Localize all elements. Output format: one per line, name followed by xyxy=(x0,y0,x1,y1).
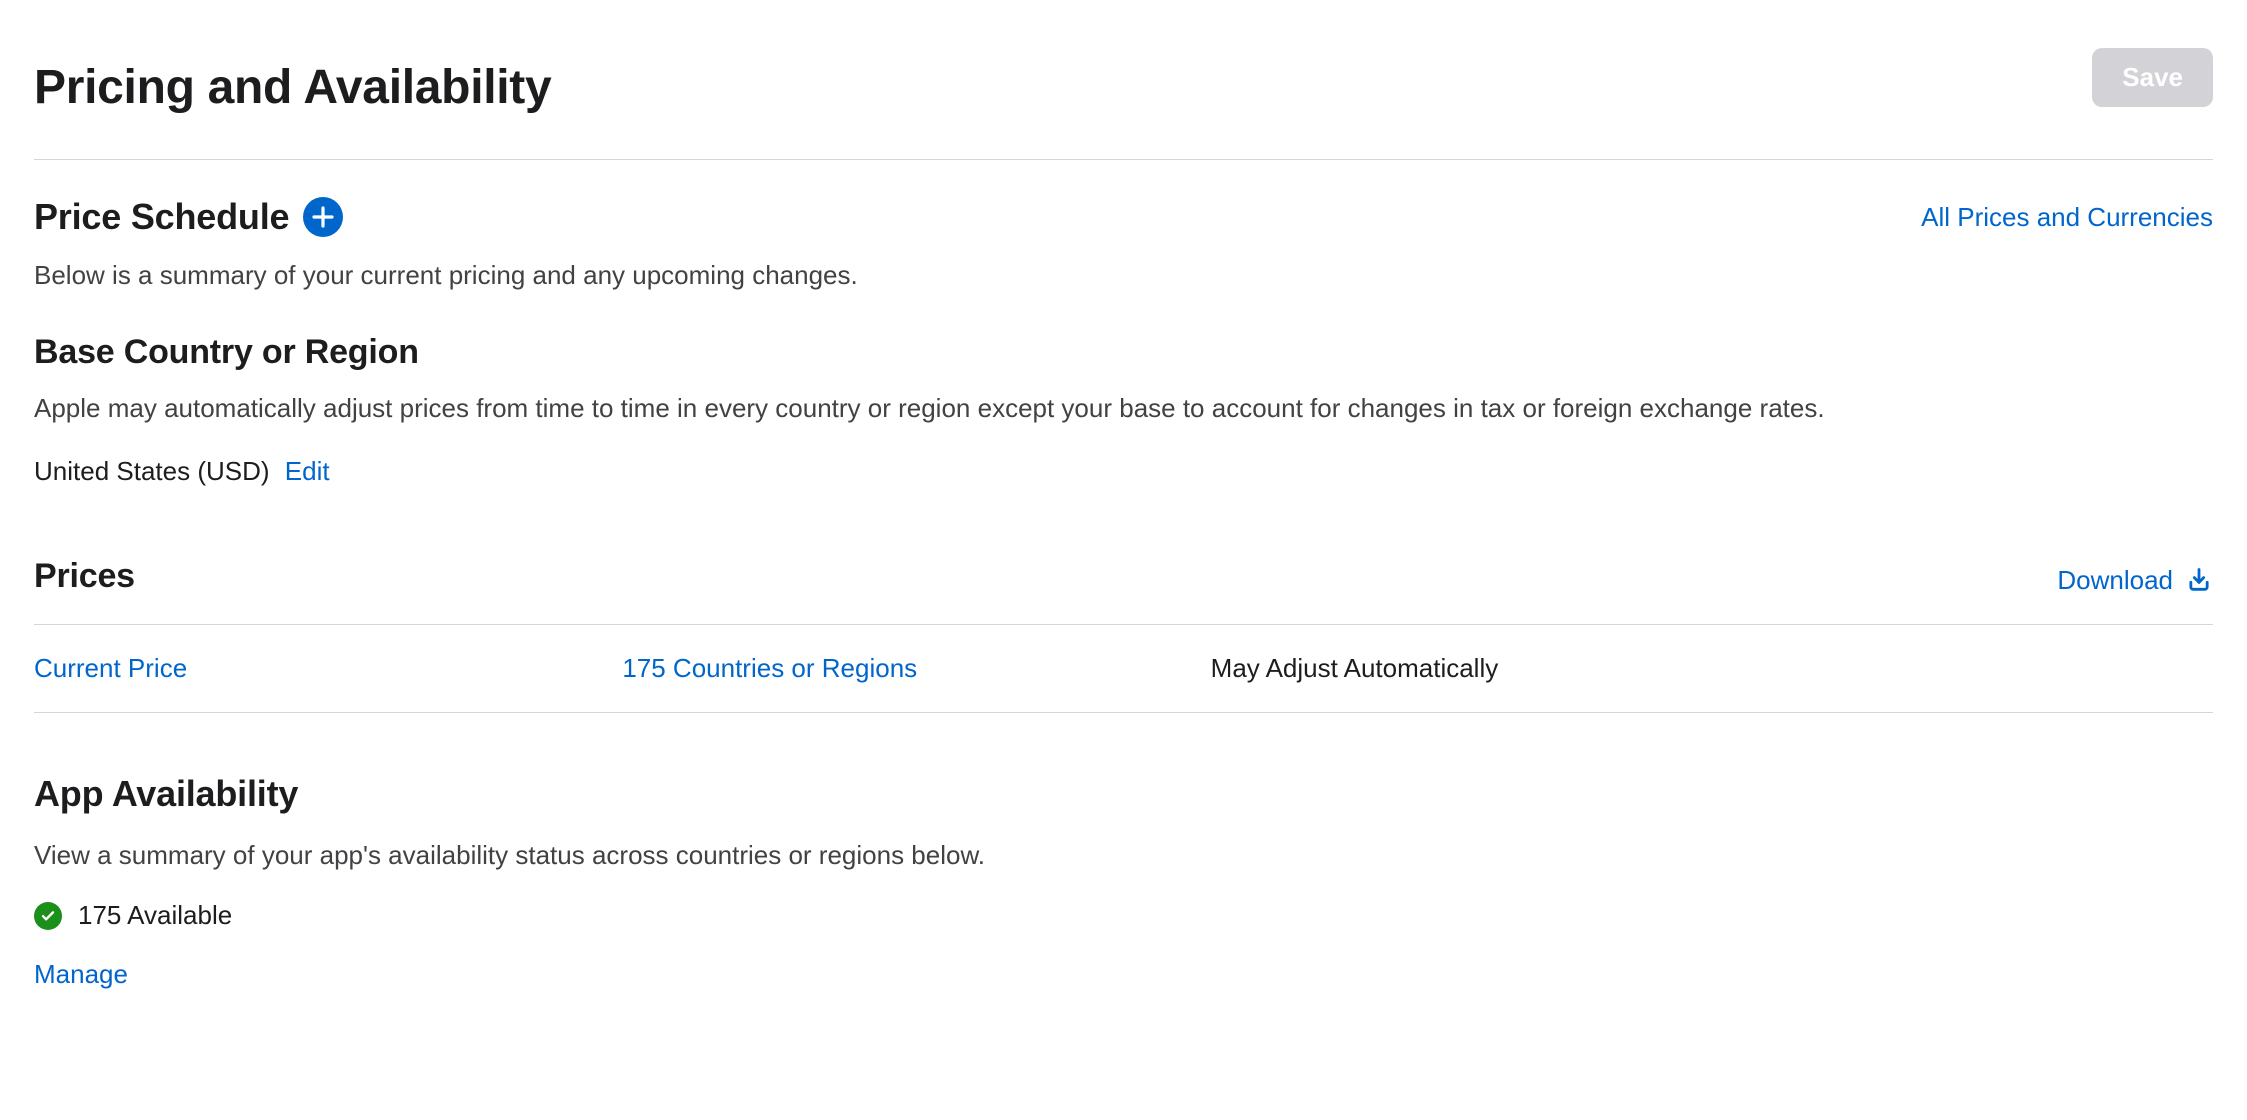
download-icon xyxy=(2185,566,2213,594)
app-availability-description: View a summary of your app's availabilit… xyxy=(34,837,2213,875)
countries-scope-link[interactable]: 175 Countries or Regions xyxy=(622,625,1210,712)
checkmark-icon xyxy=(34,902,62,930)
table-row: Current Price 175 Countries or Regions M… xyxy=(34,625,2213,712)
price-schedule-description: Below is a summary of your current prici… xyxy=(34,258,2213,293)
base-region-value: United States (USD) xyxy=(34,456,270,486)
prices-table: Current Price 175 Countries or Regions M… xyxy=(34,624,2213,713)
availability-count: 175 Available xyxy=(78,900,232,931)
save-button[interactable]: Save xyxy=(2092,48,2213,107)
download-prices-link[interactable]: Download xyxy=(2057,565,2213,596)
download-label: Download xyxy=(2057,565,2173,596)
adjustment-note: May Adjust Automatically xyxy=(1211,625,2213,712)
edit-base-region-link[interactable]: Edit xyxy=(285,456,330,486)
all-prices-link[interactable]: All Prices and Currencies xyxy=(1921,202,2213,233)
base-region-description: Apple may automatically adjust prices fr… xyxy=(34,390,2213,428)
price-schedule-title: Price Schedule xyxy=(34,196,289,238)
plus-icon xyxy=(312,206,334,228)
manage-availability-link[interactable]: Manage xyxy=(34,959,128,990)
divider xyxy=(34,159,2213,160)
add-price-schedule-button[interactable] xyxy=(303,197,343,237)
page-title: Pricing and Availability xyxy=(34,60,551,115)
current-price-link[interactable]: Current Price xyxy=(34,625,622,712)
prices-title: Prices xyxy=(34,557,135,596)
app-availability-title: App Availability xyxy=(34,773,2213,815)
base-region-title: Base Country or Region xyxy=(34,333,2213,372)
